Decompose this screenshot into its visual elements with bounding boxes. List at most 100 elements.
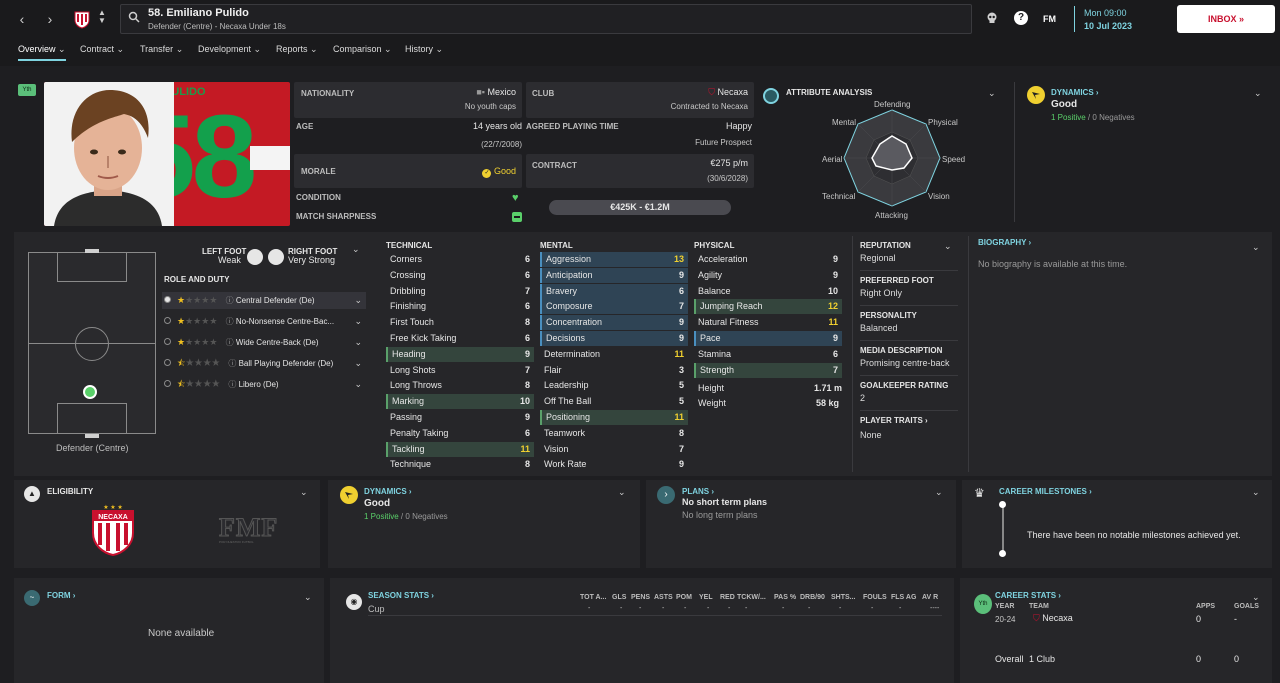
season-stat-header[interactable]: AV R — [922, 594, 938, 601]
chevron-down-icon[interactable]: ⌄ — [935, 487, 943, 498]
role-row[interactable]: ⯪★★★★ ⓘ Libero (De) ⌄ — [164, 376, 364, 393]
career-team[interactable]: ⛉ Necaxa — [1033, 613, 1073, 624]
radio-icon[interactable] — [164, 338, 171, 345]
season-stat-header[interactable]: DRB/90 — [800, 594, 825, 601]
role-row[interactable]: ★★★★★ ⓘ No-Nonsense Centre-Bac... ⌄ — [164, 313, 364, 330]
season-stat-header[interactable]: TCKW/... — [737, 594, 766, 601]
radio-icon[interactable] — [164, 317, 171, 324]
chevron-down-icon[interactable]: ⌄ — [300, 487, 308, 498]
attribute-row[interactable]: Jumping Reach 12 — [694, 299, 842, 315]
attribute-row[interactable]: Decisions 9 — [540, 331, 688, 346]
chevron-down-icon[interactable]: ⌄ — [1252, 487, 1260, 498]
attribute-row[interactable]: Finishing 6 — [386, 299, 534, 314]
tab-history[interactable]: History ⌄ — [405, 44, 443, 59]
radio-icon[interactable] — [164, 359, 171, 366]
form-title[interactable]: FORM › — [47, 591, 75, 600]
attribute-row[interactable]: First Touch 8 — [386, 315, 534, 330]
attribute-row[interactable]: Leadership 5 — [540, 378, 688, 393]
season-stat-header[interactable]: PAS % — [774, 594, 796, 601]
career-stats-title[interactable]: CAREER STATS › — [995, 591, 1061, 600]
attribute-row[interactable]: Long Shots 7 — [386, 363, 534, 378]
inbox-button[interactable]: INBOX » — [1177, 5, 1275, 33]
attribute-row[interactable]: Technique 8 — [386, 457, 534, 472]
tab-comparison[interactable]: Comparison ⌄ — [333, 44, 392, 59]
attribute-row[interactable]: Natural Fitness 11 — [694, 315, 842, 330]
attribute-row[interactable]: Bravery 6 — [540, 283, 688, 299]
attribute-row[interactable]: Free Kick Taking 6 — [386, 331, 534, 346]
attribute-row[interactable]: Work Rate 9 — [540, 457, 688, 472]
attribute-row[interactable]: Teamwork 8 — [540, 426, 688, 441]
attribute-row[interactable]: Flair 3 — [540, 363, 688, 378]
tab-transfer[interactable]: Transfer ⌄ — [140, 44, 183, 59]
season-stats-title[interactable]: SEASON STATS › — [368, 591, 434, 600]
biography-title[interactable]: BIOGRAPHY › — [978, 238, 1031, 247]
season-stat-header[interactable]: FLS AG — [891, 594, 916, 601]
radio-icon[interactable] — [164, 296, 171, 303]
role-row[interactable]: ★★★★★ ⓘ Central Defender (De) ⌄ — [164, 292, 364, 309]
updown-icon[interactable]: ▲ ▼ — [98, 9, 106, 25]
season-stat-header[interactable]: YEL — [699, 594, 713, 601]
attribute-row[interactable]: Heading 9 — [386, 346, 534, 362]
tab-development[interactable]: Development ⌄ — [198, 44, 261, 59]
radio-icon[interactable] — [164, 380, 171, 387]
attribute-row[interactable]: Aggression 13 — [540, 252, 688, 267]
attribute-row[interactable]: Concentration 9 — [540, 315, 688, 331]
chevron-down-icon[interactable]: ⌄ — [354, 292, 362, 309]
chevron-down-icon[interactable]: ⌄ — [354, 334, 362, 351]
attribute-row[interactable]: Tackling 11 — [386, 441, 534, 457]
attribute-row[interactable]: Agility 9 — [694, 268, 842, 283]
chevron-down-icon[interactable]: ⌄ — [1252, 242, 1260, 253]
season-stat-header[interactable]: GLS — [612, 594, 626, 601]
role-row[interactable]: ★★★★★ ⓘ Wide Centre-Back (De) ⌄ — [164, 334, 364, 351]
attribute-row[interactable]: Off The Ball 5 — [540, 394, 688, 409]
attribute-row[interactable]: Determination 11 — [540, 347, 688, 362]
morale-value[interactable]: ✓ Good — [482, 166, 516, 178]
position-marker[interactable] — [83, 385, 97, 399]
attribute-row[interactable]: Pace 9 — [694, 331, 842, 346]
attribute-row[interactable]: Marking 10 — [386, 394, 534, 410]
tab-contract[interactable]: Contract ⌄ — [80, 44, 124, 59]
attribute-row[interactable]: Acceleration 9 — [694, 252, 842, 267]
chevron-down-icon[interactable]: ⌄ — [618, 487, 626, 498]
attribute-row[interactable]: Balance 10 — [694, 284, 842, 299]
season-stat-header[interactable]: PENS — [631, 594, 650, 601]
help-icon[interactable]: ? — [1014, 11, 1028, 25]
milestones-title[interactable]: CAREER MILESTONES › — [999, 487, 1092, 496]
skull-icon[interactable] — [986, 12, 998, 24]
attribute-row[interactable]: Passing 9 — [386, 410, 534, 425]
club-value[interactable]: ⛉ Necaxa — [708, 87, 748, 98]
player-traits-item[interactable]: PLAYER TRAITS › None — [860, 416, 928, 440]
season-stat-header[interactable]: TOT A... — [580, 594, 606, 601]
season-stat-header[interactable]: FOULS — [863, 594, 887, 601]
back-arrow-icon[interactable]: ‹ — [12, 7, 32, 31]
attribute-row[interactable]: Stamina 6 — [694, 347, 842, 362]
chevron-down-icon[interactable]: ⌄ — [988, 88, 996, 99]
attribute-row[interactable]: Anticipation 9 — [540, 267, 688, 283]
season-stat-header[interactable]: RED — [720, 594, 735, 601]
role-row[interactable]: ⯪★★★★ ⓘ Ball Playing Defender (De) ⌄ — [164, 355, 364, 372]
club-crest-icon[interactable] — [74, 11, 90, 29]
attribute-row[interactable]: Dribbling 7 — [386, 284, 534, 299]
attribute-row[interactable]: Penalty Taking 6 — [386, 426, 534, 441]
tab-reports[interactable]: Reports ⌄ — [276, 44, 318, 59]
chevron-down-icon[interactable]: ⌄ — [354, 376, 362, 393]
tab-overview[interactable]: Overview ⌄ — [18, 44, 66, 61]
chevron-down-icon[interactable]: ⌄ — [354, 313, 362, 330]
attribute-row[interactable]: Vision 7 — [540, 442, 688, 457]
chevron-down-icon[interactable]: ⌄ — [352, 244, 360, 255]
season-stat-header[interactable]: SHTS... — [831, 594, 856, 601]
chevron-down-icon[interactable]: ⌄ — [304, 592, 312, 603]
dynamics-title[interactable]: DYNAMICS › — [1051, 88, 1099, 97]
search-icon[interactable] — [128, 11, 140, 23]
season-stat-header[interactable]: POM — [676, 594, 692, 601]
dynamics-title[interactable]: DYNAMICS › — [364, 487, 412, 496]
attribute-row[interactable]: Corners 6 — [386, 252, 534, 267]
plans-title[interactable]: PLANS › — [682, 487, 714, 496]
game-date[interactable]: 10 Jul 2023 — [1084, 21, 1132, 31]
chevron-down-icon[interactable]: ⌄ — [1254, 88, 1262, 99]
attribute-row[interactable]: Crossing 6 — [386, 268, 534, 283]
season-stat-header[interactable]: ASTS — [654, 594, 673, 601]
attribute-row[interactable]: Positioning 11 — [540, 410, 688, 425]
attribute-row[interactable]: Strength 7 — [694, 362, 842, 378]
transfer-value[interactable]: €425K - €1.2M — [549, 200, 731, 215]
